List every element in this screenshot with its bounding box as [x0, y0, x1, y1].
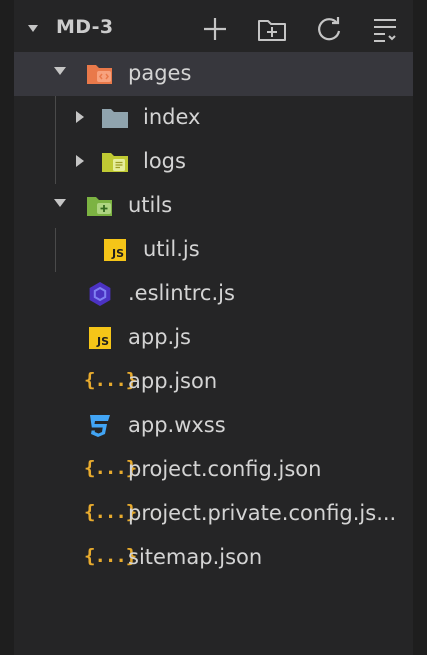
eslint-icon: [86, 280, 114, 308]
tree-item-app-wxss[interactable]: app.wxss: [14, 404, 413, 448]
js-file-icon: JS: [104, 239, 126, 261]
chevron-right-icon[interactable]: [76, 155, 84, 167]
tree-item-index[interactable]: index: [14, 96, 413, 140]
chevron-right-icon[interactable]: [76, 111, 84, 123]
tree-item-label: logs: [143, 149, 186, 173]
explorer-header[interactable]: MD-3: [14, 8, 413, 52]
panel-left-edge: [0, 0, 14, 655]
tree-item-label: util.js: [143, 237, 200, 261]
explorer-panel: MD-3 pages index logs utils JS util.js .…: [0, 0, 427, 655]
chevron-down-icon[interactable]: [54, 67, 66, 75]
tree-item-app-js[interactable]: JS app.js: [14, 316, 413, 360]
tree-item-utils[interactable]: utils: [14, 184, 413, 228]
collapse-all-icon[interactable]: [370, 14, 400, 44]
chevron-down-icon[interactable]: [54, 199, 66, 207]
pages-folder-icon: [86, 60, 114, 88]
tree-item-label: utils: [128, 193, 173, 217]
new-folder-icon[interactable]: [257, 14, 287, 44]
css-file-icon: [86, 412, 114, 440]
tree-item-label: .eslintrc.js: [128, 281, 235, 305]
tree-item-project-config[interactable]: {...} project.config.json: [14, 448, 413, 492]
tree-item-util-js[interactable]: JS util.js: [14, 228, 413, 272]
tree-item-eslintrc[interactable]: .eslintrc.js: [14, 272, 413, 316]
tree-item-app-json[interactable]: {...} app.json: [14, 360, 413, 404]
tree-item-label: index: [143, 105, 201, 129]
tree-item-label: app.json: [128, 369, 218, 393]
tree-item-sitemap[interactable]: {...} sitemap.json: [14, 536, 413, 580]
chevron-down-icon[interactable]: [28, 25, 38, 32]
tree-item-label: pages: [128, 61, 192, 85]
new-file-icon[interactable]: [200, 14, 230, 44]
tree-item-pages[interactable]: pages: [14, 52, 413, 96]
panel-right-edge: [413, 0, 427, 655]
tree-item-label: project.private.config.js...: [128, 501, 397, 525]
tree-item-label: app.wxss: [128, 413, 226, 437]
project-title[interactable]: MD-3: [56, 16, 113, 38]
folder-icon: [101, 104, 129, 132]
js-file-icon: JS: [89, 327, 111, 349]
tree-item-logs[interactable]: logs: [14, 140, 413, 184]
tree-item-label: sitemap.json: [128, 545, 263, 569]
tree-item-project-private-config[interactable]: {...} project.private.config.js...: [14, 492, 413, 536]
utils-folder-icon: [86, 192, 114, 220]
tree-item-label: project.config.json: [128, 457, 322, 481]
logs-folder-icon: [101, 148, 129, 176]
tree-item-label: app.js: [128, 325, 191, 349]
refresh-icon[interactable]: [314, 14, 344, 44]
